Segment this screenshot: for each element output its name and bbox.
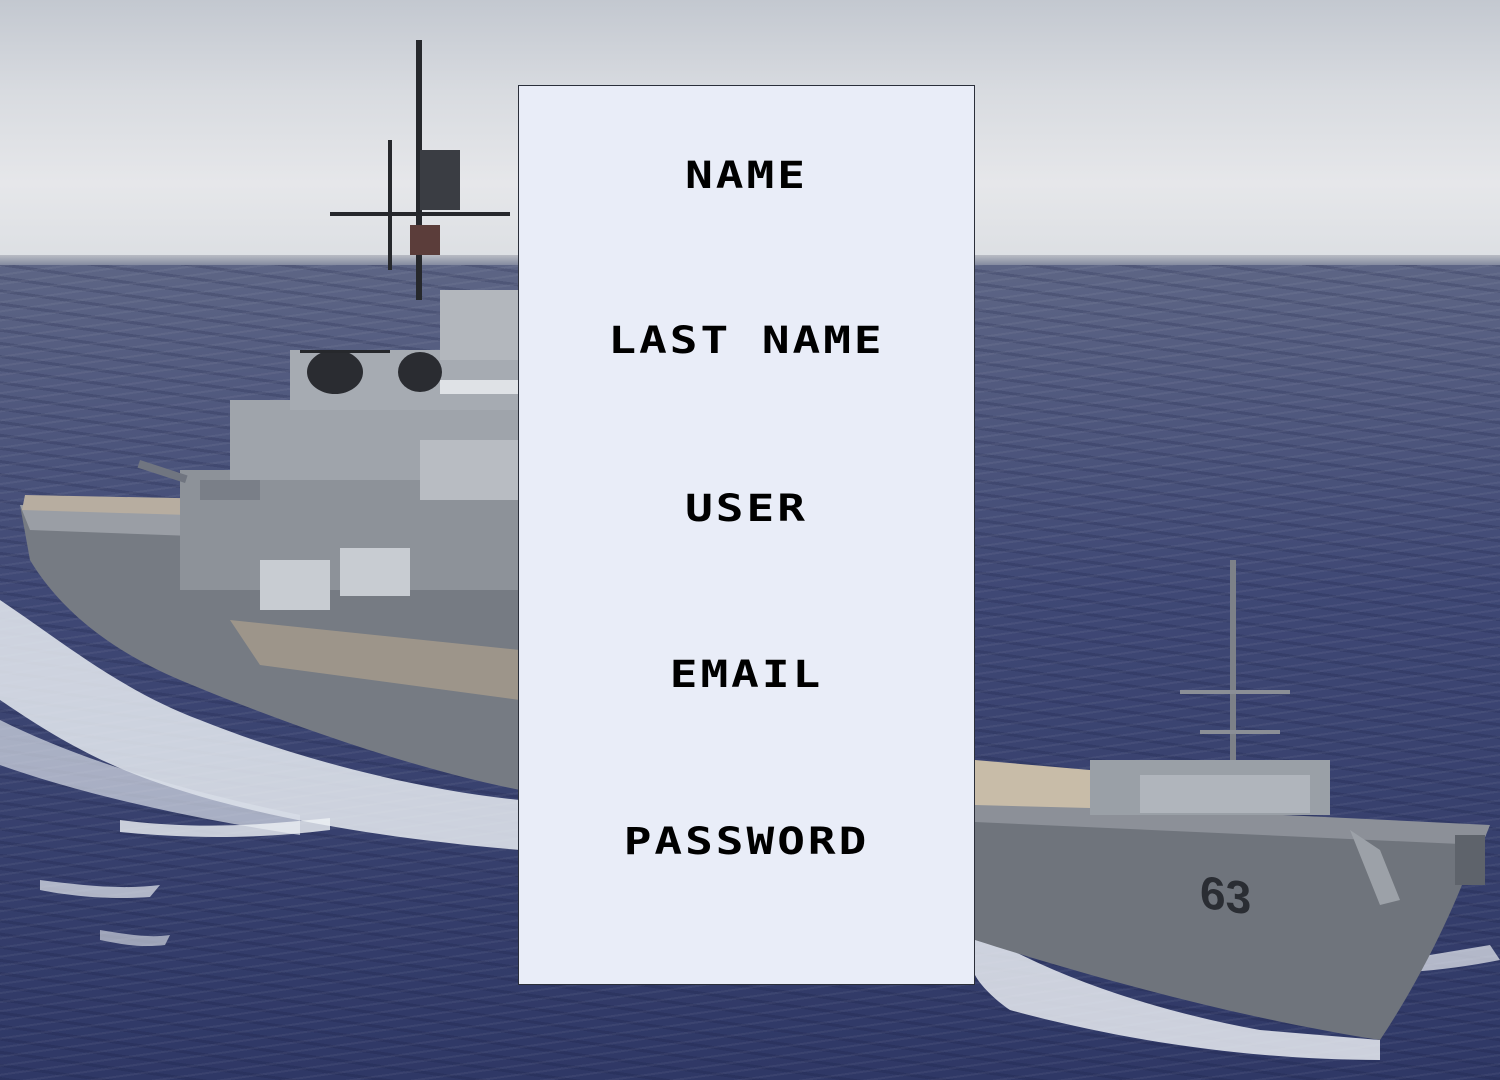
destroyer: [975, 560, 1500, 1060]
email-field-label[interactable]: EMAIL: [519, 655, 974, 693]
name-field-label[interactable]: NAME: [519, 156, 974, 194]
hull-number-label: 63: [1200, 865, 1252, 925]
last-name-field-label[interactable]: LAST NAME: [519, 321, 974, 359]
battleship: [0, 40, 520, 947]
user-field-label[interactable]: USER: [519, 489, 974, 527]
password-field-label[interactable]: PASSWORD: [519, 822, 974, 860]
signup-form-panel: NAME LAST NAME USER EMAIL PASSWORD: [518, 85, 975, 985]
